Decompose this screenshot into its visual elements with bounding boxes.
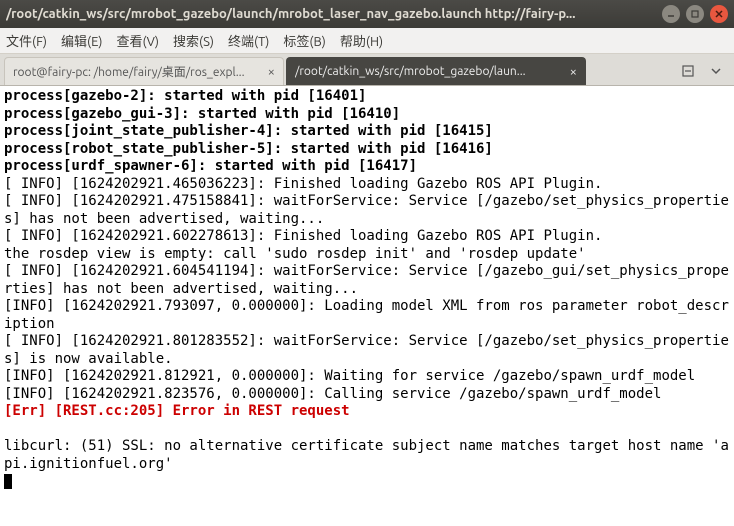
tab-2-label: /root/catkin_ws/src/mrobot_gazebo/laun..… bbox=[295, 65, 562, 78]
new-tab-button[interactable] bbox=[678, 61, 698, 81]
close-icon bbox=[715, 10, 723, 18]
menu-view[interactable]: 查看(V) bbox=[117, 31, 159, 50]
chevron-down-icon bbox=[711, 66, 721, 76]
terminal-line: [ INFO] [1624202921.801283552]: waitForS… bbox=[4, 333, 730, 368]
tab-menu-button[interactable] bbox=[706, 61, 726, 81]
terminal-line: [ INFO] [1624202921.604541194]: waitForS… bbox=[4, 263, 730, 298]
menu-search[interactable]: 搜索(S) bbox=[173, 31, 214, 50]
tab-1[interactable]: root@fairy-pc: /home/fairy/桌面/ros_expl..… bbox=[4, 57, 284, 85]
menu-help[interactable]: 帮助(H) bbox=[340, 31, 383, 50]
terminal-line: [ INFO] [1624202921.602278613]: Finished… bbox=[4, 228, 730, 246]
tabbar-right bbox=[678, 57, 730, 85]
terminal-line: process[robot_state_publisher-5]: starte… bbox=[4, 141, 730, 159]
terminal-line: process[urdf_spawner-6]: started with pi… bbox=[4, 158, 730, 176]
menu-terminal[interactable]: 终端(T) bbox=[228, 31, 269, 50]
terminal-cursor-line bbox=[4, 473, 730, 491]
terminal-line: [ INFO] [1624202921.465036223]: Finished… bbox=[4, 176, 730, 194]
maximize-icon bbox=[691, 10, 699, 18]
tab-1-close[interactable]: × bbox=[268, 65, 275, 79]
terminal-cursor bbox=[4, 474, 12, 489]
terminal-line: [INFO] [1624202921.823576, 0.000000]: Ca… bbox=[4, 386, 730, 404]
terminal-line: process[joint_state_publisher-4]: starte… bbox=[4, 123, 730, 141]
tab-2-close[interactable]: × bbox=[570, 65, 577, 79]
menu-tabs[interactable]: 标签(B) bbox=[283, 31, 325, 50]
titlebar: /root/catkin_ws/src/mrobot_gazebo/launch… bbox=[0, 0, 734, 28]
terminal-line: process[gazebo-2]: started with pid [164… bbox=[4, 88, 730, 106]
terminal-line: the rosdep view is empty: call 'sudo ros… bbox=[4, 246, 730, 264]
new-tab-icon bbox=[681, 64, 695, 78]
tabbar: root@fairy-pc: /home/fairy/桌面/ros_expl..… bbox=[0, 54, 734, 86]
menu-file[interactable]: 文件(F) bbox=[6, 31, 47, 50]
close-button[interactable] bbox=[710, 5, 728, 23]
terminal-line: [INFO] [1624202921.793097, 0.000000]: Lo… bbox=[4, 298, 730, 333]
terminal-line: [INFO] [1624202921.812921, 0.000000]: Wa… bbox=[4, 368, 730, 386]
terminal-line: process[gazebo_gui-3]: started with pid … bbox=[4, 106, 730, 124]
menu-edit[interactable]: 编辑(E) bbox=[61, 31, 102, 50]
terminal-output[interactable]: process[gazebo-2]: started with pid [164… bbox=[0, 86, 734, 526]
minimize-icon bbox=[667, 10, 675, 18]
window-title: /root/catkin_ws/src/mrobot_gazebo/launch… bbox=[6, 7, 656, 21]
maximize-button[interactable] bbox=[686, 5, 704, 23]
terminal-line bbox=[4, 421, 730, 439]
tab-1-label: root@fairy-pc: /home/fairy/桌面/ros_expl..… bbox=[13, 63, 260, 80]
menubar: 文件(F) 编辑(E) 查看(V) 搜索(S) 终端(T) 标签(B) 帮助(H… bbox=[0, 28, 734, 54]
terminal-line: [ INFO] [1624202921.475158841]: waitForS… bbox=[4, 193, 730, 228]
tab-2[interactable]: /root/catkin_ws/src/mrobot_gazebo/laun..… bbox=[286, 57, 586, 85]
terminal-line: [Err] [REST.cc:205] Error in REST reques… bbox=[4, 403, 730, 421]
terminal-line: libcurl: (51) SSL: no alternative certif… bbox=[4, 438, 730, 473]
minimize-button[interactable] bbox=[662, 5, 680, 23]
